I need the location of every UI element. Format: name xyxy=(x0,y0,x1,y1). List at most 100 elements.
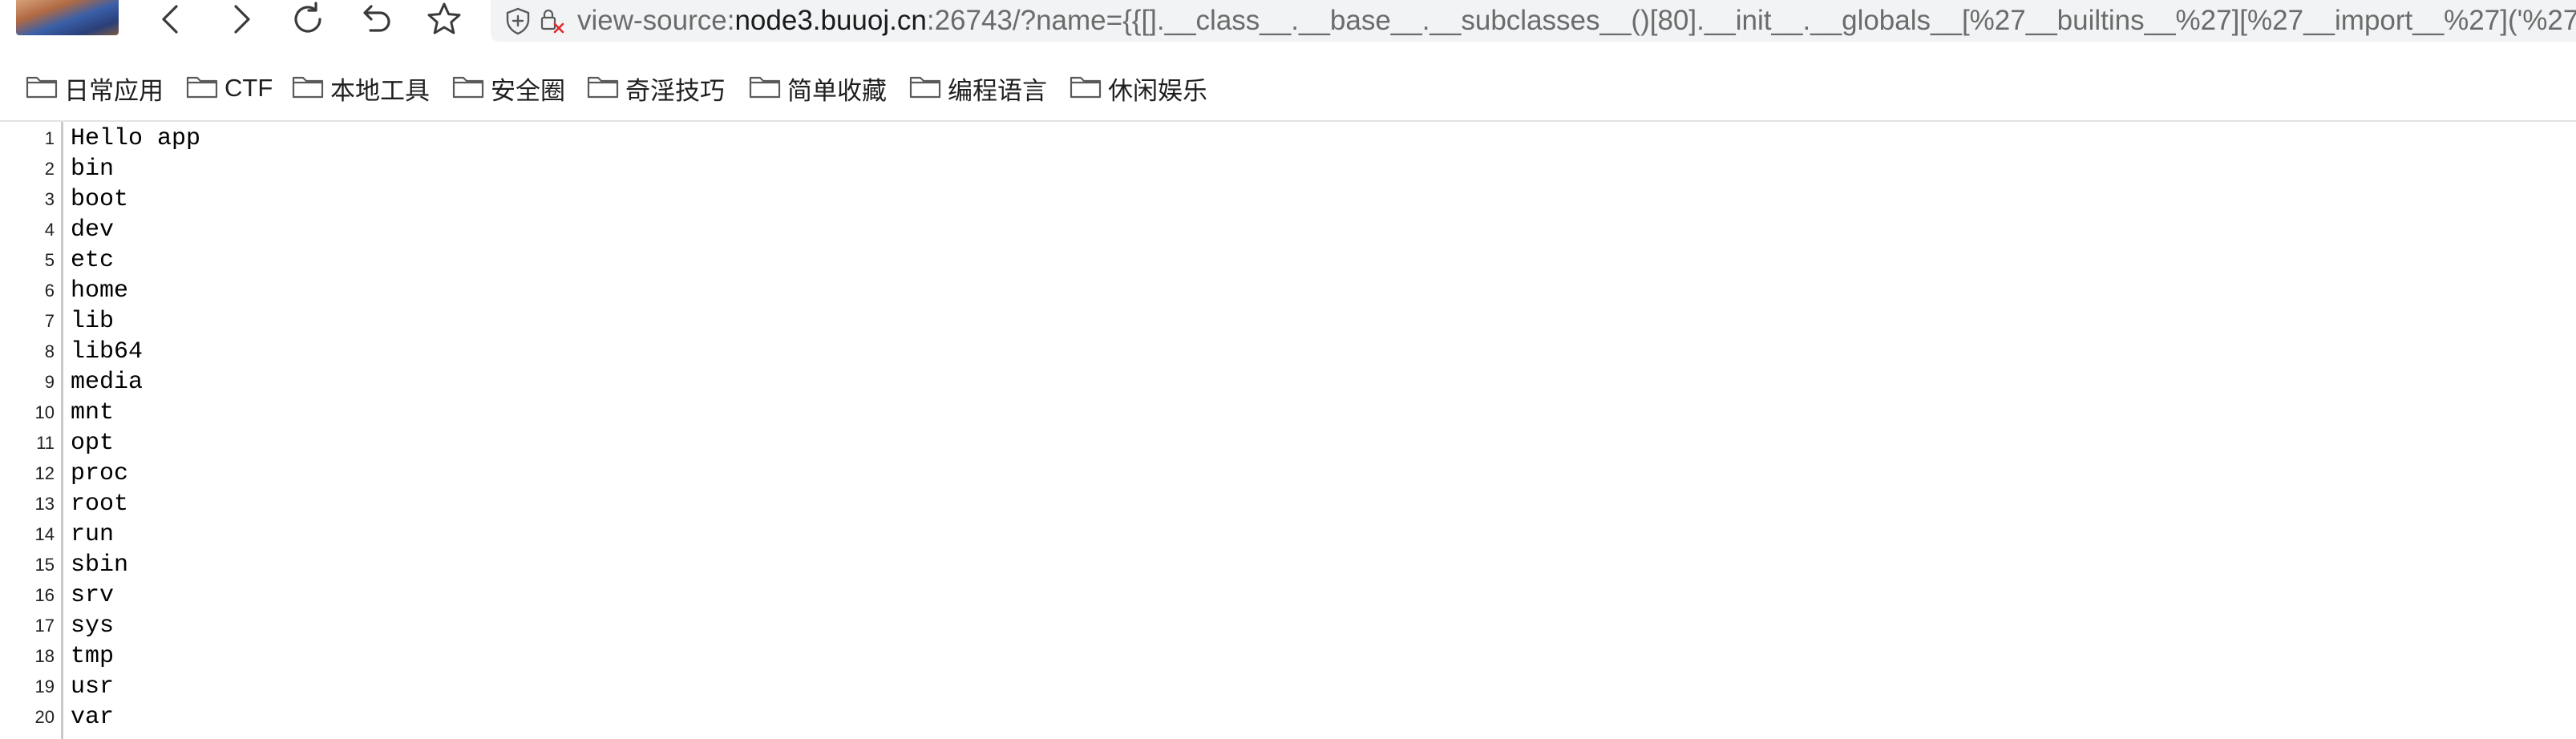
line-text: srv xyxy=(71,582,115,609)
address-bar[interactable]: view-source:node3.buuoj.cn:26743/?name={… xyxy=(491,0,2576,42)
url-scheme: view-source: xyxy=(577,5,735,36)
source-line: 10 mnt xyxy=(0,398,2576,428)
bookmark-folder-security[interactable]: 安全圈 xyxy=(452,67,565,109)
line-text: mnt xyxy=(71,399,115,426)
undo-button[interactable] xyxy=(350,0,401,42)
line-text: opt xyxy=(71,430,115,457)
folder-icon xyxy=(292,73,330,104)
line-text: lib xyxy=(71,308,115,335)
line-text: etc xyxy=(71,247,115,274)
line-number: 4 xyxy=(44,220,55,240)
view-source-content[interactable]: 1 Hello app 2 bin 3 boot 4 dev 5 etc 6 h… xyxy=(0,122,2576,739)
line-number: 2 xyxy=(44,159,55,179)
source-line: 3 boot xyxy=(0,184,2576,215)
bookmark-label: 本地工具 xyxy=(330,76,430,105)
bookmark-folder-simple-favorites[interactable]: 简单收藏 xyxy=(749,67,887,109)
source-line: 5 etc xyxy=(0,245,2576,276)
bookmark-folder-ctf[interactable]: CTF xyxy=(186,67,273,109)
line-text: home xyxy=(71,277,129,305)
favorite-button[interactable] xyxy=(419,0,470,42)
line-text: tmp xyxy=(71,643,115,670)
line-number: 17 xyxy=(34,616,55,636)
source-line: 7 lib xyxy=(0,306,2576,337)
source-line: 4 dev xyxy=(0,215,2576,245)
line-number: 8 xyxy=(44,341,55,361)
forward-button[interactable] xyxy=(215,0,266,42)
bookmarks-bar: 日常应用 CTF 本地工具 安全圈 奇淫技巧 简单收藏 编程语言 休闲娱乐 xyxy=(0,56,2576,122)
line-text: var xyxy=(71,704,115,731)
line-number: 13 xyxy=(34,494,55,514)
line-number: 19 xyxy=(34,676,55,697)
source-line: 20 var xyxy=(0,702,2576,733)
url-text[interactable]: view-source:node3.buuoj.cn:26743/?name={… xyxy=(577,3,2576,38)
line-number: 12 xyxy=(34,463,55,483)
chevron-right-icon xyxy=(221,0,260,42)
url-host: node3.buuoj.cn xyxy=(734,5,927,36)
bookmark-label: 休闲娱乐 xyxy=(1108,76,1207,105)
bookmark-label: 安全圈 xyxy=(491,76,565,105)
line-text: lib64 xyxy=(71,338,144,365)
source-line: 9 media xyxy=(0,367,2576,398)
shield-icon[interactable] xyxy=(502,5,534,37)
bookmark-folder-tricks[interactable]: 奇淫技巧 xyxy=(587,67,725,109)
blocked-permission-icon[interactable] xyxy=(536,5,568,37)
source-line: 14 run xyxy=(0,519,2576,550)
bookmark-label: 简单收藏 xyxy=(787,76,887,105)
line-number: 18 xyxy=(34,646,55,666)
source-line: 16 srv xyxy=(0,580,2576,611)
line-number: 10 xyxy=(34,402,55,422)
line-text: media xyxy=(71,369,144,396)
profile-avatar[interactable] xyxy=(16,0,119,35)
folder-icon xyxy=(909,73,948,104)
line-number: 14 xyxy=(34,524,55,544)
source-line: 11 opt xyxy=(0,428,2576,458)
folder-icon xyxy=(26,73,64,104)
source-line: 17 sys xyxy=(0,611,2576,641)
back-button[interactable] xyxy=(146,0,197,42)
source-line: 1 Hello app xyxy=(0,123,2576,154)
source-line: 15 sbin xyxy=(0,550,2576,580)
reload-button[interactable] xyxy=(282,0,334,42)
line-text: dev xyxy=(71,216,115,244)
bookmark-folder-programming-languages[interactable]: 编程语言 xyxy=(909,67,1047,109)
chevron-left-icon xyxy=(152,0,191,42)
line-number: 5 xyxy=(44,250,55,270)
bookmark-folder-local-tools[interactable]: 本地工具 xyxy=(292,67,430,109)
source-line: 12 proc xyxy=(0,458,2576,489)
line-number: 7 xyxy=(44,311,55,331)
bookmark-label: 奇淫技巧 xyxy=(625,76,725,105)
line-number: 3 xyxy=(44,189,55,209)
url-path: :26743/?name={{[].__class__.__base__.__s… xyxy=(926,5,2576,36)
folder-icon xyxy=(186,73,224,104)
bookmark-folder-daily-apps[interactable]: 日常应用 xyxy=(26,67,164,109)
source-line: 18 tmp xyxy=(0,641,2576,672)
bookmark-folder-leisure[interactable]: 休闲娱乐 xyxy=(1070,67,1207,109)
line-number: 20 xyxy=(34,707,55,727)
line-number: 16 xyxy=(34,585,55,605)
line-text: usr xyxy=(71,673,115,701)
folder-icon xyxy=(587,73,625,104)
star-icon xyxy=(425,0,463,42)
line-number: 9 xyxy=(44,372,55,392)
folder-icon xyxy=(749,73,787,104)
browser-toolbar: view-source:node3.buuoj.cn:26743/?name={… xyxy=(0,0,2576,56)
source-line: 8 lib64 xyxy=(0,337,2576,367)
line-number: 15 xyxy=(34,555,55,575)
source-line: 13 root xyxy=(0,489,2576,519)
line-text: sbin xyxy=(71,551,129,579)
line-text: boot xyxy=(71,186,129,213)
line-number: 1 xyxy=(44,128,55,148)
source-line: 2 bin xyxy=(0,154,2576,184)
line-text: run xyxy=(71,521,115,548)
line-number: 11 xyxy=(36,433,55,453)
line-text: proc xyxy=(71,460,129,487)
undo-icon xyxy=(356,0,394,42)
reload-icon xyxy=(289,0,327,42)
bookmark-label: 编程语言 xyxy=(948,76,1047,105)
bookmark-label: 日常应用 xyxy=(64,76,164,105)
folder-icon xyxy=(1070,73,1108,104)
line-text: Hello app xyxy=(71,125,201,152)
source-line: 6 home xyxy=(0,276,2576,306)
line-number: 6 xyxy=(44,281,55,301)
bookmark-label: CTF xyxy=(224,74,273,102)
